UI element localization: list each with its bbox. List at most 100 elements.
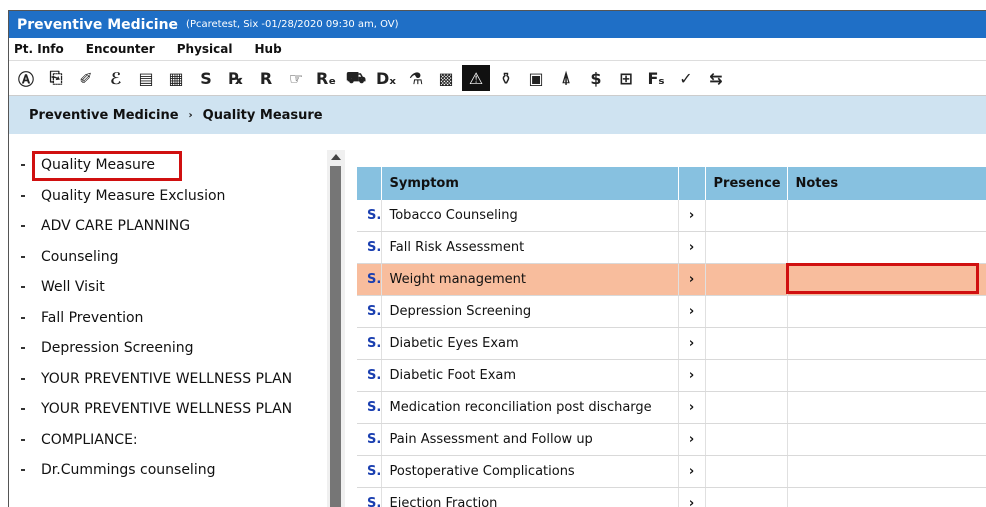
- script-e-icon[interactable]: ℰ: [102, 65, 130, 91]
- header-notes[interactable]: Notes: [787, 167, 986, 200]
- presence-cell[interactable]: [705, 232, 787, 264]
- table-row[interactable]: S.Medication reconciliation post dischar…: [357, 392, 986, 424]
- copy-icon[interactable]: ⎘: [42, 65, 70, 91]
- s-marker[interactable]: S.: [357, 488, 381, 507]
- presence-cell[interactable]: [705, 328, 787, 360]
- re-icon[interactable]: Rₑ: [312, 65, 340, 91]
- menu-item-3[interactable]: Hub: [254, 42, 281, 56]
- presence-cell[interactable]: [705, 200, 787, 232]
- s-marker[interactable]: S.: [357, 264, 381, 296]
- symptom-cell[interactable]: Tobacco Counseling: [381, 200, 678, 232]
- notes-cell[interactable]: [787, 392, 986, 424]
- s-marker[interactable]: S.: [357, 424, 381, 456]
- hand-icon[interactable]: ☞: [282, 65, 310, 91]
- chevron-right-icon[interactable]: ›: [678, 392, 705, 424]
- s-marker[interactable]: S.: [357, 232, 381, 264]
- image-icon[interactable]: ▦: [162, 65, 190, 91]
- sidebar-item[interactable]: YOUR PREVENTIVE WELLNESS PLAN: [9, 394, 327, 425]
- checkmark-icon[interactable]: ✓: [672, 65, 700, 91]
- notes-cell[interactable]: [787, 232, 986, 264]
- presence-cell[interactable]: [705, 392, 787, 424]
- rx-bottle-icon[interactable]: ⚗: [402, 65, 430, 91]
- chevron-right-icon[interactable]: ›: [678, 232, 705, 264]
- transfer-icon[interactable]: ⇆: [702, 65, 730, 91]
- table-row[interactable]: S.Depression Screening›: [357, 296, 986, 328]
- presence-cell[interactable]: [705, 296, 787, 328]
- notes-cell[interactable]: [787, 296, 986, 328]
- sidebar-item[interactable]: ADV CARE PLANNING: [9, 211, 327, 242]
- sidebar-item[interactable]: Fall Prevention: [9, 303, 327, 334]
- presence-cell[interactable]: [705, 456, 787, 488]
- symptom-cell[interactable]: Depression Screening: [381, 296, 678, 328]
- lab-tubes-icon[interactable]: ⚱: [492, 65, 520, 91]
- table-row[interactable]: S.Fall Risk Assessment›: [357, 232, 986, 264]
- menu-item-1[interactable]: Encounter: [86, 42, 155, 56]
- a-icon[interactable]: Ⓐ: [12, 65, 40, 91]
- notes-cell[interactable]: [787, 488, 986, 507]
- menu-item-2[interactable]: Physical: [177, 42, 233, 56]
- pill-icon[interactable]: ✐: [72, 65, 100, 91]
- person-icon[interactable]: ⍋: [552, 65, 580, 91]
- s-icon[interactable]: S: [192, 65, 220, 91]
- sidebar-item[interactable]: COMPLIANCE:: [9, 425, 327, 456]
- sidebar-item[interactable]: Counseling: [9, 242, 327, 273]
- sidebar-item[interactable]: YOUR PREVENTIVE WELLNESS PLAN: [9, 364, 327, 395]
- s-marker[interactable]: S.: [357, 392, 381, 424]
- symptom-cell[interactable]: Weight management: [381, 264, 678, 296]
- chevron-right-icon[interactable]: ›: [678, 200, 705, 232]
- scrollbar-thumb[interactable]: [330, 166, 341, 507]
- calculator-icon[interactable]: ▣: [522, 65, 550, 91]
- r-icon[interactable]: R: [252, 65, 280, 91]
- presence-cell[interactable]: [705, 264, 787, 296]
- sidebar-item[interactable]: Quality Measure Exclusion: [9, 181, 327, 212]
- symptom-cell[interactable]: Pain Assessment and Follow up: [381, 424, 678, 456]
- sidebar-item[interactable]: Dr.Cummings counseling: [9, 455, 327, 486]
- table-row[interactable]: S.Pain Assessment and Follow up›: [357, 424, 986, 456]
- notes-cell[interactable]: [787, 200, 986, 232]
- dx-icon[interactable]: Dₓ: [372, 65, 400, 91]
- notes-cell[interactable]: [787, 264, 986, 296]
- fs-icon[interactable]: Fₛ: [642, 65, 670, 91]
- chevron-right-icon[interactable]: ›: [678, 424, 705, 456]
- table-row[interactable]: S.Ejection Fraction›: [357, 488, 986, 507]
- sidebar-item[interactable]: Well Visit: [9, 272, 327, 303]
- rx-bracket-icon[interactable]: ℞: [222, 65, 250, 91]
- table-row[interactable]: S.Diabetic Foot Exam›: [357, 360, 986, 392]
- presence-cell[interactable]: [705, 424, 787, 456]
- chevron-right-icon[interactable]: ›: [678, 456, 705, 488]
- symptom-cell[interactable]: Medication reconciliation post discharge: [381, 392, 678, 424]
- s-marker[interactable]: S.: [357, 328, 381, 360]
- notes-cell[interactable]: [787, 456, 986, 488]
- alert-file-icon[interactable]: ⚠: [462, 65, 490, 91]
- cup-icon[interactable]: ⛟: [342, 65, 370, 91]
- presence-cell[interactable]: [705, 360, 787, 392]
- menu-item-0[interactable]: Pt. Info: [14, 42, 64, 56]
- symptom-cell[interactable]: Diabetic Foot Exam: [381, 360, 678, 392]
- breadcrumb-root[interactable]: Preventive Medicine: [29, 108, 179, 123]
- note-icon[interactable]: ▤: [132, 65, 160, 91]
- document-icon[interactable]: ⊞: [612, 65, 640, 91]
- notes-cell[interactable]: [787, 424, 986, 456]
- s-marker[interactable]: S.: [357, 456, 381, 488]
- chevron-right-icon[interactable]: ›: [678, 360, 705, 392]
- chevron-right-icon[interactable]: ›: [678, 296, 705, 328]
- table-row[interactable]: S.Weight management›: [357, 264, 986, 296]
- sidebar-item[interactable]: Quality Measure: [9, 150, 327, 181]
- sidebar-item[interactable]: Depression Screening: [9, 333, 327, 364]
- grid-icon[interactable]: ▩: [432, 65, 460, 91]
- symptom-cell[interactable]: Ejection Fraction: [381, 488, 678, 507]
- symptom-cell[interactable]: Postoperative Complications: [381, 456, 678, 488]
- table-row[interactable]: S.Postoperative Complications›: [357, 456, 986, 488]
- chevron-right-icon[interactable]: ›: [678, 488, 705, 507]
- table-row[interactable]: S.Tobacco Counseling›: [357, 200, 986, 232]
- s-marker[interactable]: S.: [357, 200, 381, 232]
- table-row[interactable]: S.Diabetic Eyes Exam›: [357, 328, 986, 360]
- notes-cell[interactable]: [787, 360, 986, 392]
- header-presence[interactable]: Presence: [705, 167, 787, 200]
- notes-cell[interactable]: [787, 328, 986, 360]
- sidebar-scrollbar[interactable]: [327, 150, 345, 507]
- header-symptom[interactable]: Symptom: [381, 167, 678, 200]
- s-marker[interactable]: S.: [357, 360, 381, 392]
- chevron-right-icon[interactable]: ›: [678, 328, 705, 360]
- symptom-cell[interactable]: Diabetic Eyes Exam: [381, 328, 678, 360]
